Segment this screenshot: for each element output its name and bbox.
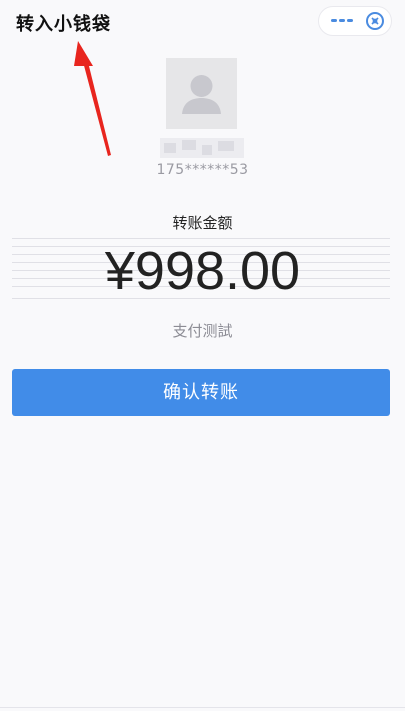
mini-program-capsule <box>318 6 392 36</box>
recipient-phone: 175******53 <box>156 162 249 178</box>
transfer-amount: ¥998.00 <box>104 241 301 301</box>
recipient-name-blurred <box>160 138 244 158</box>
more-dots-icon[interactable] <box>327 10 357 32</box>
recipient-avatar <box>166 58 237 129</box>
page-title: 转入小钱袋 <box>16 14 111 35</box>
nav-header: 转入小钱袋 <box>0 0 405 44</box>
bottom-divider <box>0 707 405 708</box>
confirm-transfer-button[interactable]: 确认转账 <box>12 369 390 416</box>
close-target-icon[interactable] <box>364 10 386 32</box>
transfer-note: 支付测試 <box>172 322 233 340</box>
default-user-avatar-icon <box>182 75 221 114</box>
amount-label: 转账金额 <box>172 214 233 232</box>
